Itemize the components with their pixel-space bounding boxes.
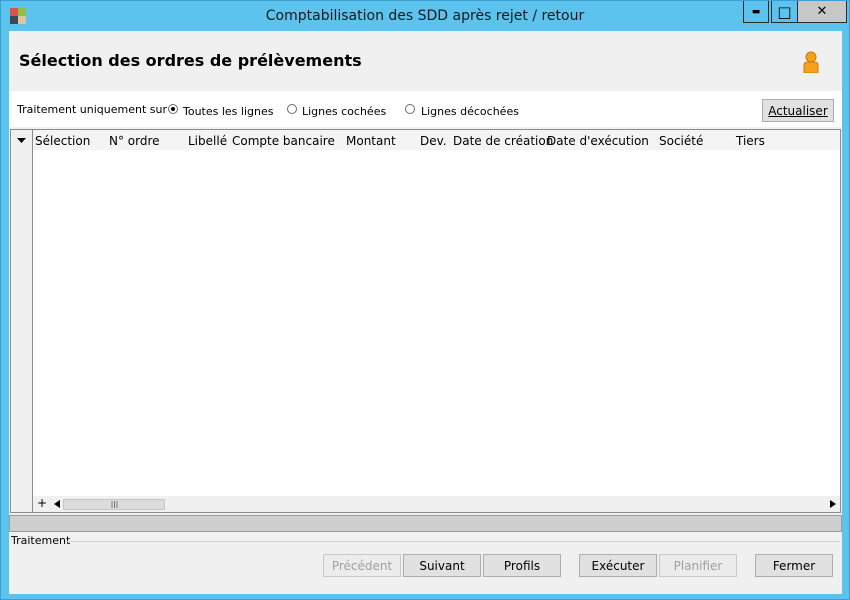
close-window-button[interactable]: ✕ — [797, 1, 847, 23]
orders-grid[interactable]: Sélection N° ordre Libellé Compte bancai… — [10, 129, 841, 513]
radio-unchecked-lines[interactable] — [405, 104, 415, 114]
section-divider — [66, 541, 840, 542]
radio-checked-lines-label[interactable]: Lignes cochées — [302, 105, 386, 118]
window-title: Comptabilisation des SDD après rejet / r… — [265, 8, 585, 24]
scroll-thumb[interactable] — [63, 499, 165, 510]
close-button[interactable]: Fermer — [755, 554, 833, 577]
radio-checked-lines[interactable] — [287, 104, 297, 114]
horizontal-scrollbar[interactable]: + — [33, 496, 840, 512]
column-header[interactable]: Société — [659, 130, 703, 150]
grip-icon — [111, 501, 118, 508]
profiles-button[interactable]: Profils — [483, 554, 561, 577]
refresh-button[interactable]: Actualiser — [762, 99, 834, 122]
header-panel: Sélection des ordres de prélèvements — [9, 31, 842, 91]
column-header[interactable]: Sélection — [35, 130, 90, 150]
dialog-body: Sélection des ordres de prélèvements Tra… — [9, 31, 842, 594]
column-header[interactable]: Tiers — [736, 130, 765, 150]
page-title: Sélection des ordres de prélèvements — [19, 51, 362, 70]
expand-icon[interactable]: + — [37, 496, 47, 510]
radio-unchecked-lines-label[interactable]: Lignes décochées — [421, 105, 519, 118]
minimize-icon: ▬ — [751, 6, 761, 17]
column-header[interactable]: Dev. — [420, 130, 447, 150]
user-icon[interactable] — [802, 51, 820, 73]
close-icon: ✕ — [816, 4, 828, 19]
column-header[interactable]: Libellé — [188, 130, 227, 150]
filter-label: Traitement uniquement sur : — [17, 103, 175, 116]
progress-bar — [9, 515, 842, 532]
grid-row-header — [11, 130, 33, 512]
previous-button[interactable]: Précédent — [323, 554, 401, 577]
radio-all-lines-label[interactable]: Toutes les lignes — [183, 105, 273, 118]
title-bar[interactable]: Comptabilisation des SDD après rejet / r… — [1, 1, 849, 31]
filter-bar: Traitement uniquement sur : Toutes les l… — [9, 91, 842, 127]
radio-all-lines[interactable] — [168, 104, 178, 114]
column-menu-icon[interactable] — [17, 138, 26, 144]
section-label: Traitement — [11, 534, 71, 547]
column-header[interactable]: Compte bancaire — [232, 130, 335, 150]
schedule-button[interactable]: Planifier — [659, 554, 737, 577]
execute-button[interactable]: Exécuter — [579, 554, 657, 577]
column-header[interactable]: N° ordre — [109, 130, 160, 150]
column-header[interactable]: Date d'exécution — [547, 130, 649, 150]
maximize-icon: □ — [777, 2, 792, 21]
grid-header: Sélection N° ordre Libellé Compte bancai… — [33, 130, 840, 150]
maximize-button[interactable]: □ — [771, 1, 798, 23]
app-window: Comptabilisation des SDD après rejet / r… — [0, 0, 850, 600]
column-header[interactable]: Date de création — [453, 130, 553, 150]
scroll-left-icon[interactable] — [54, 500, 60, 508]
next-button[interactable]: Suivant — [403, 554, 481, 577]
scroll-right-icon[interactable] — [830, 500, 836, 508]
column-header[interactable]: Montant — [346, 130, 396, 150]
minimize-button[interactable]: ▬ — [743, 1, 769, 23]
